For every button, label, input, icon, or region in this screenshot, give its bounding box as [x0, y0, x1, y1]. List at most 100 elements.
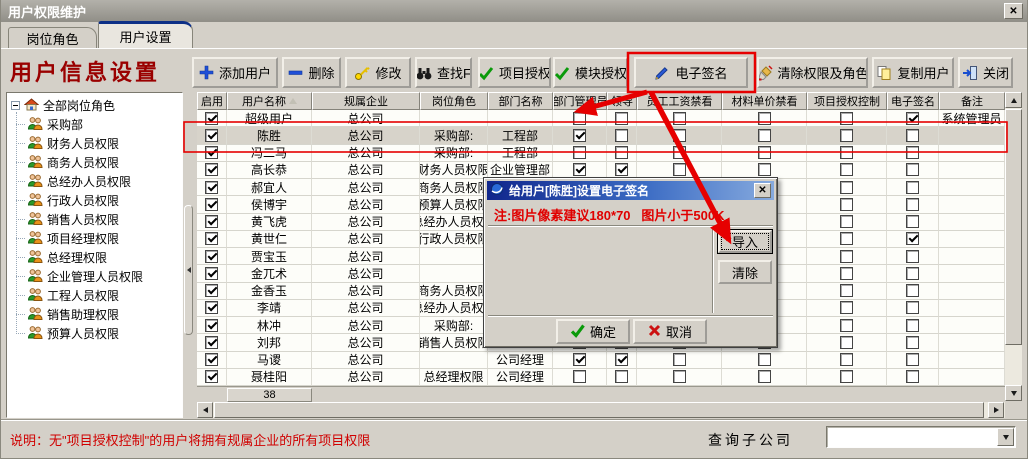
tree-item[interactable]: 总经办人员权限	[7, 172, 182, 191]
tree-root-item[interactable]: 全部岗位角色	[7, 93, 182, 115]
esign-checkbox[interactable]	[906, 353, 919, 366]
import-button[interactable]: 导入	[718, 230, 772, 253]
tree-item[interactable]: 项目经理权限	[7, 229, 182, 248]
proj-auth-checkbox[interactable]	[840, 181, 853, 194]
esign-checkbox[interactable]	[906, 129, 919, 142]
chevron-down-icon[interactable]	[997, 428, 1014, 446]
window-titlebar[interactable]: 用户权限维护	[1, 0, 1027, 22]
tree-item[interactable]: 行政人员权限	[7, 191, 182, 210]
enabled-checkbox[interactable]	[205, 163, 218, 176]
dept-admin-checkbox[interactable]	[573, 129, 586, 142]
window-close-button[interactable]: ✕	[1004, 3, 1023, 19]
cancel-button[interactable]: 取消	[633, 319, 707, 344]
del-button[interactable]: 删除	[282, 57, 341, 88]
column-header[interactable]: 岗位角色	[420, 92, 488, 110]
enabled-checkbox[interactable]	[205, 129, 218, 142]
tree-item[interactable]: 预算人员权限	[7, 324, 182, 343]
clear-button[interactable]: 清除	[718, 260, 772, 284]
tree-item[interactable]: 采购部	[7, 115, 182, 134]
price-hide-checkbox[interactable]	[758, 146, 771, 159]
ok-button[interactable]: 确定	[556, 319, 630, 344]
proj-auth-checkbox[interactable]	[840, 301, 853, 314]
vertical-scrollbar[interactable]	[1005, 92, 1022, 401]
leader-checkbox[interactable]	[615, 112, 628, 125]
proj-auth-checkbox[interactable]	[840, 353, 853, 366]
table-row[interactable]: 陈胜总公司采购部:工程部	[197, 127, 1005, 144]
esign-dialog-titlebar[interactable]: 给用户[陈胜]设置电子签名 ✕	[487, 181, 774, 200]
column-header[interactable]: 用户名称	[227, 92, 312, 110]
dept-admin-checkbox[interactable]	[573, 146, 586, 159]
esign-checkbox[interactable]	[906, 198, 919, 211]
scroll-up-button[interactable]	[1005, 92, 1022, 108]
collapse-icon[interactable]	[11, 101, 20, 110]
dept-admin-checkbox[interactable]	[573, 353, 586, 366]
leader-checkbox[interactable]	[615, 163, 628, 176]
enabled-checkbox[interactable]	[205, 267, 218, 280]
enabled-checkbox[interactable]	[205, 336, 218, 349]
dept-admin-checkbox[interactable]	[573, 112, 586, 125]
salary-hide-checkbox[interactable]	[673, 112, 686, 125]
proj-auth-checkbox[interactable]	[840, 232, 853, 245]
esign-checkbox[interactable]	[906, 370, 919, 383]
proj-auth-checkbox[interactable]	[840, 163, 853, 176]
mod-button[interactable]: 修改	[345, 57, 411, 88]
add-button[interactable]: 添加用户	[192, 57, 278, 88]
tree-item[interactable]: 总经理权限	[7, 248, 182, 267]
salary-hide-checkbox[interactable]	[673, 146, 686, 159]
esign-button[interactable]: 电子签名	[634, 57, 748, 88]
enabled-checkbox[interactable]	[205, 250, 218, 263]
table-row[interactable]: 冯二马总公司采购部:工程部	[197, 145, 1005, 162]
tree-item[interactable]: 销售助理权限	[7, 305, 182, 324]
tree-collapse-splitter[interactable]	[184, 205, 193, 335]
esign-checkbox[interactable]	[906, 163, 919, 176]
table-row[interactable]: 聂桂阳总公司总经理权限公司经理	[197, 369, 1005, 386]
proj-auth-checkbox[interactable]	[840, 319, 853, 332]
proj-auth-checkbox[interactable]	[840, 336, 853, 349]
esign-checkbox[interactable]	[906, 336, 919, 349]
column-header[interactable]: 项目授权控制	[807, 92, 887, 110]
scroll-right-button[interactable]	[988, 402, 1004, 418]
tab-post-roles[interactable]: 岗位角色	[8, 27, 97, 48]
tree-item[interactable]: 财务人员权限	[7, 134, 182, 153]
enabled-checkbox[interactable]	[205, 370, 218, 383]
enabled-checkbox[interactable]	[205, 232, 218, 245]
horizontal-scrollbar[interactable]	[197, 402, 1005, 418]
scroll-left-button[interactable]	[197, 402, 213, 418]
column-header[interactable]: 电子签名	[887, 92, 939, 110]
enabled-checkbox[interactable]	[205, 181, 218, 194]
esign-checkbox[interactable]	[906, 146, 919, 159]
esign-checkbox[interactable]	[906, 250, 919, 263]
price-hide-checkbox[interactable]	[758, 370, 771, 383]
esign-checkbox[interactable]	[906, 181, 919, 194]
enabled-checkbox[interactable]	[205, 284, 218, 297]
dept-admin-checkbox[interactable]	[573, 370, 586, 383]
leader-checkbox[interactable]	[615, 353, 628, 366]
column-header[interactable]: 启用	[197, 92, 227, 110]
proj-auth-checkbox[interactable]	[840, 112, 853, 125]
price-hide-checkbox[interactable]	[758, 129, 771, 142]
vertical-scroll-thumb[interactable]	[1005, 109, 1022, 345]
query-subcompany-combobox[interactable]	[826, 426, 1016, 448]
proj-auth-checkbox[interactable]	[840, 370, 853, 383]
table-row[interactable]: 马谡总公司公司经理	[197, 352, 1005, 369]
esign-checkbox[interactable]	[906, 319, 919, 332]
scroll-down-button[interactable]	[1005, 385, 1022, 401]
salary-hide-checkbox[interactable]	[673, 353, 686, 366]
esign-checkbox[interactable]	[906, 232, 919, 245]
proj-auth-checkbox[interactable]	[840, 284, 853, 297]
price-hide-checkbox[interactable]	[758, 112, 771, 125]
esign-checkbox[interactable]	[906, 284, 919, 297]
column-header[interactable]: 领导	[607, 92, 637, 110]
enabled-checkbox[interactable]	[205, 301, 218, 314]
proj-auth-checkbox[interactable]	[840, 198, 853, 211]
column-header[interactable]: 部门管理员	[553, 92, 607, 110]
esign-checkbox[interactable]	[906, 215, 919, 228]
enabled-checkbox[interactable]	[205, 353, 218, 366]
horizontal-scroll-thumb[interactable]	[214, 402, 984, 418]
column-header[interactable]: 材料单价禁看	[722, 92, 807, 110]
enabled-checkbox[interactable]	[205, 215, 218, 228]
column-header[interactable]: 部门名称	[488, 92, 553, 110]
copy-button[interactable]: 复制用户	[872, 57, 954, 88]
salary-hide-checkbox[interactable]	[673, 129, 686, 142]
enabled-checkbox[interactable]	[205, 146, 218, 159]
